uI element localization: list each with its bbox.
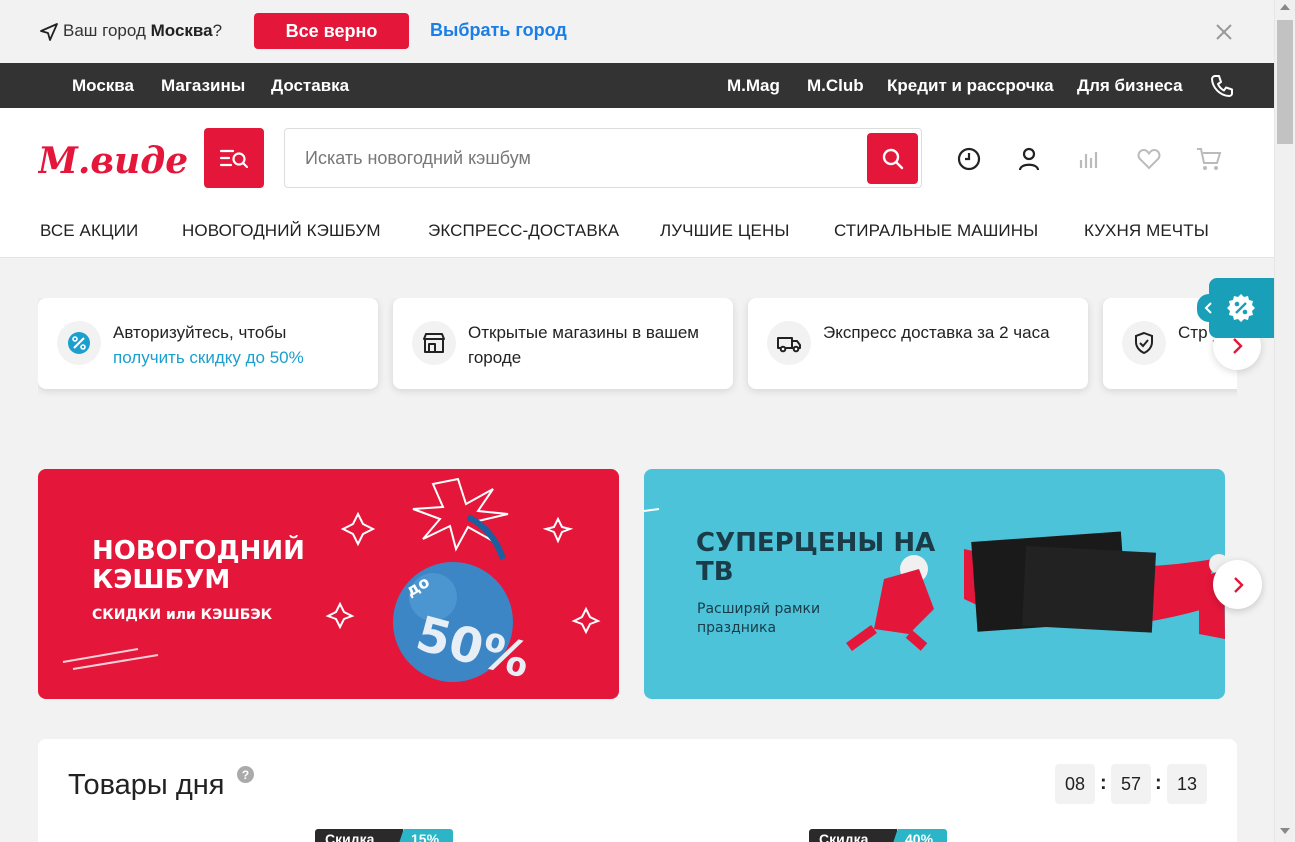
user-icon <box>1018 147 1040 171</box>
store-icon <box>412 321 456 365</box>
chevron-right-icon <box>1233 576 1244 593</box>
category-kitchen[interactable]: КУХНЯ МЕЧТЫ <box>1084 221 1209 241</box>
top-nav-delivery[interactable]: Доставка <box>271 76 349 96</box>
profile-button[interactable] <box>1015 145 1043 173</box>
chevron-left-icon <box>1197 294 1221 322</box>
category-all-promos[interactable]: ВСЕ АКЦИИ <box>40 221 138 241</box>
info-card-text: Открытые магазины в вашем городе <box>468 323 699 367</box>
info-card-text: Экспресс доставка за 2 часа <box>823 323 1050 342</box>
timer-separator: : <box>1100 772 1107 794</box>
scroll-thumb[interactable] <box>1277 20 1293 144</box>
svg-text:М.видео: М.видео <box>38 140 188 182</box>
percent-icon <box>57 321 101 365</box>
info-card-auth[interactable]: Авторизуйтесь, чтобы получить скидку до 5… <box>38 298 378 389</box>
top-nav-mclub[interactable]: M.Club <box>807 76 864 96</box>
truck-icon <box>767 321 811 365</box>
shield-icon <box>1122 321 1166 365</box>
info-card-express[interactable]: Экспресс доставка за 2 часа <box>748 298 1088 389</box>
choose-city-link[interactable]: Выбрать город <box>430 20 567 41</box>
location-arrow-icon <box>40 23 58 41</box>
top-nav-city[interactable]: Москва <box>72 76 134 96</box>
timer-hours: 08 <box>1055 764 1095 804</box>
cart-icon <box>1197 148 1222 170</box>
top-nav-mmag[interactable]: M.Mag <box>727 76 780 96</box>
search-input[interactable] <box>305 129 865 187</box>
category-washing-machines[interactable]: СТИРАЛЬНЫЕ МАШИНЫ <box>834 221 1038 241</box>
bomb-illustration: до 50% <box>62 477 601 689</box>
timer-separator: : <box>1155 772 1162 794</box>
heart-icon <box>1137 148 1161 170</box>
phone-icon[interactable] <box>1209 73 1235 99</box>
cart-button[interactable] <box>1195 145 1223 173</box>
catalog-search-icon <box>219 149 249 169</box>
city-question: Ваш город Москва? <box>63 21 223 40</box>
category-express[interactable]: ЭКСПРЕСС-ДОСТАВКА <box>428 221 619 241</box>
clock-icon <box>957 147 981 171</box>
santa-tv-illustration <box>644 508 1225 652</box>
scroll-down-arrow-icon[interactable] <box>1280 828 1290 834</box>
city-prompt-bar: Ваш город Москва? Все верно Выбрать горо… <box>0 0 1274 63</box>
discount-link[interactable]: получить скидку до 50% <box>113 348 304 367</box>
products-of-day: Товары дня ? 08 : 57 : 13 Скидка 15% Скид… <box>38 739 1237 842</box>
info-card-stores[interactable]: Открытые магазины в вашем городе <box>393 298 733 389</box>
top-nav-stores[interactable]: Магазины <box>161 76 245 96</box>
compare-button[interactable] <box>1075 145 1103 173</box>
top-nav-business[interactable]: Для бизнеса <box>1077 76 1183 96</box>
detected-city: Москва <box>150 21 213 40</box>
search-box <box>284 128 922 188</box>
info-card-text: Авторизуйтесь, чтобы получить скидку до 5… <box>113 323 304 367</box>
info-cards: Авторизуйтесь, чтобы получить скидку до 5… <box>38 298 1237 405</box>
scroll-up-arrow-icon[interactable] <box>1280 4 1290 10</box>
category-cashboom[interactable]: НОВОГОДНИЙ КЭШБУМ <box>182 221 381 241</box>
compare-icon <box>1079 152 1098 168</box>
discount-badge: Скидка 40% <box>809 829 947 842</box>
mvideo-logo[interactable]: М.видео <box>38 136 188 182</box>
search-button[interactable] <box>867 133 918 184</box>
promo-side-tab[interactable] <box>1197 278 1274 338</box>
confirm-city-button[interactable]: Все верно <box>254 13 409 49</box>
close-icon[interactable] <box>1214 22 1234 42</box>
category-best-prices[interactable]: ЛУЧШИЕ ЦЕНЫ <box>660 221 790 241</box>
banner-tv[interactable]: СУПЕРЦЕНЫ НА ТВ Расширяй рамки праздника <box>644 469 1225 699</box>
history-button[interactable] <box>955 145 983 173</box>
top-nav-credit[interactable]: Кредит и рассрочка <box>887 76 1054 96</box>
section-title: Товары дня <box>68 769 225 801</box>
discount-icon <box>1227 294 1255 322</box>
favorites-button[interactable] <box>1135 145 1163 173</box>
help-icon[interactable]: ? <box>237 766 254 783</box>
banner-cashboom[interactable]: НОВОГОДНИЙ КЭШБУМ СКИДКИ или КЭШБЭК до 5… <box>38 469 619 699</box>
banner-next-button[interactable] <box>1213 560 1262 609</box>
timer-seconds: 13 <box>1167 764 1207 804</box>
catalog-button[interactable] <box>204 128 264 188</box>
timer-minutes: 57 <box>1111 764 1151 804</box>
page-scrollbar[interactable] <box>1274 0 1295 842</box>
top-nav: Москва Магазины Доставка M.Mag M.Club Кр… <box>0 63 1274 108</box>
site-header: М.видео ВСЕ АКЦИИ НОВОГОДНИЙ КЭШБУМ ЭКСП… <box>0 108 1274 258</box>
discount-badge: Скидка 15% <box>315 829 453 842</box>
search-icon <box>882 148 903 169</box>
chevron-right-icon <box>1233 338 1243 354</box>
